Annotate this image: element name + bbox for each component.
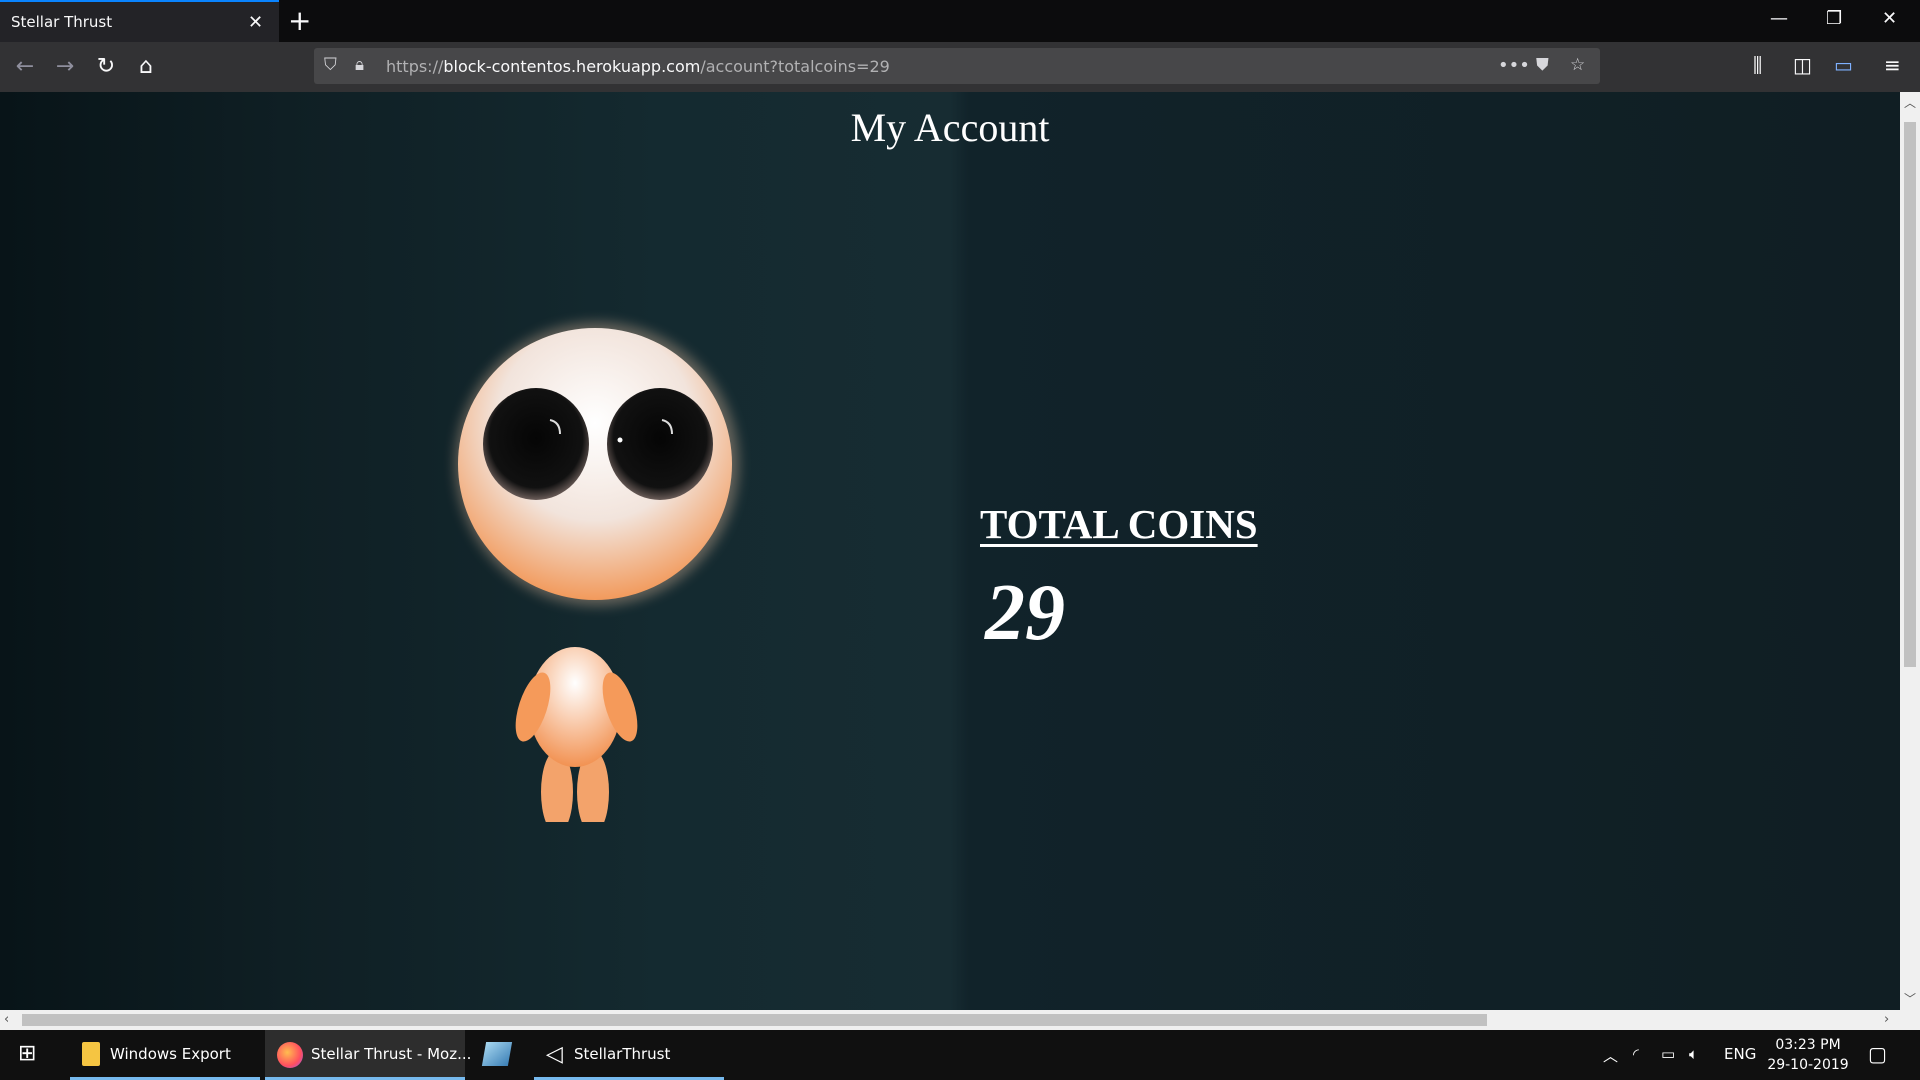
- scroll-left-icon[interactable]: ‹: [4, 1012, 9, 1027]
- taskbar-item-editor[interactable]: [470, 1030, 530, 1080]
- page-actions-icon[interactable]: •••: [1498, 55, 1530, 76]
- window-close-icon[interactable]: ✕: [1882, 8, 1897, 29]
- bookmark-star-icon[interactable]: ☆: [1570, 55, 1585, 75]
- battery-icon[interactable]: ▭: [1661, 1045, 1675, 1063]
- wifi-icon[interactable]: ◜: [1633, 1045, 1639, 1063]
- notification-icon[interactable]: ▢: [1868, 1042, 1887, 1066]
- taskbar-item-windows-export[interactable]: Windows Export: [70, 1030, 260, 1080]
- new-tab-icon[interactable]: +: [288, 4, 311, 37]
- tab-title: Stellar Thrust: [11, 13, 113, 31]
- scroll-right-icon[interactable]: ›: [1884, 1012, 1889, 1027]
- language-indicator[interactable]: ENG: [1724, 1045, 1756, 1063]
- unity-icon: ◁: [546, 1042, 563, 1067]
- windows-start-icon[interactable]: ⊞: [18, 1041, 36, 1066]
- page-viewport: My Account TOTAL COINS 29: [0, 92, 1900, 1010]
- volume-icon[interactable]: 🔈︎: [1689, 1045, 1698, 1063]
- minimize-icon[interactable]: —: [1770, 8, 1788, 29]
- taskbar-item-stellarthrust[interactable]: ◁ StellarThrust: [534, 1030, 724, 1080]
- total-coins-value: 29: [985, 569, 1065, 657]
- vertical-scrollbar[interactable]: ︿ ﹀: [1900, 92, 1920, 1010]
- tab-strip: Stellar Thrust ✕ + — ❐ ✕: [0, 0, 1920, 42]
- library-icon[interactable]: ⫼: [1753, 53, 1762, 77]
- tab-stellar-thrust[interactable]: Stellar Thrust ✕: [0, 0, 279, 42]
- home-icon[interactable]: ⌂: [129, 50, 163, 84]
- tracking-shield-icon[interactable]: ⛉: [324, 55, 337, 75]
- horizontal-scroll-thumb[interactable]: [22, 1014, 1487, 1026]
- url-text[interactable]: https://block-contentos.herokuapp.com/ac…: [386, 57, 890, 76]
- total-coins-label: TOTAL COINS: [980, 501, 1258, 547]
- menu-icon[interactable]: ≡: [1884, 53, 1901, 77]
- system-clock[interactable]: 03:23 PM 29-10-2019: [1766, 1035, 1850, 1075]
- nav-toolbar: ← → ↻ ⌂ ⛉ 🔒︎ https://block-contentos.her…: [0, 42, 1920, 92]
- character-image: [455, 322, 739, 822]
- tab-close-icon[interactable]: ✕: [248, 12, 263, 33]
- editor-app-icon: [481, 1042, 513, 1066]
- lock-icon[interactable]: 🔒︎: [355, 55, 364, 75]
- pocket-icon[interactable]: ⛊: [1536, 55, 1549, 75]
- taskbar-item-firefox[interactable]: Stellar Thrust - Moz...: [265, 1030, 471, 1080]
- folder-icon: [82, 1042, 100, 1066]
- tray-chevron-icon[interactable]: ︿: [1603, 1045, 1618, 1066]
- sidebar-icon[interactable]: ◫: [1793, 53, 1812, 77]
- extension-icon[interactable]: ▭: [1834, 53, 1853, 77]
- scroll-down-icon[interactable]: ﹀: [1904, 990, 1916, 1007]
- url-bar[interactable]: ⛉ 🔒︎ https://block-contentos.herokuapp.c…: [314, 48, 1600, 84]
- clock-date: 29-10-2019: [1767, 1057, 1849, 1073]
- scroll-up-icon[interactable]: ︿: [1904, 94, 1916, 111]
- windows-taskbar: ⊞ Windows Export Stellar Thrust - Moz...…: [0, 1030, 1920, 1080]
- forward-icon[interactable]: →: [48, 50, 82, 84]
- restore-icon[interactable]: ❐: [1826, 8, 1842, 29]
- vertical-scroll-thumb[interactable]: [1904, 122, 1916, 667]
- clock-time: 03:23 PM: [1775, 1037, 1841, 1053]
- reload-icon[interactable]: ↻: [89, 50, 123, 84]
- back-icon[interactable]: ←: [8, 50, 42, 84]
- firefox-icon: [277, 1042, 303, 1068]
- horizontal-scrollbar[interactable]: ‹ ›: [0, 1010, 1920, 1030]
- page-title: My Account: [850, 105, 1050, 150]
